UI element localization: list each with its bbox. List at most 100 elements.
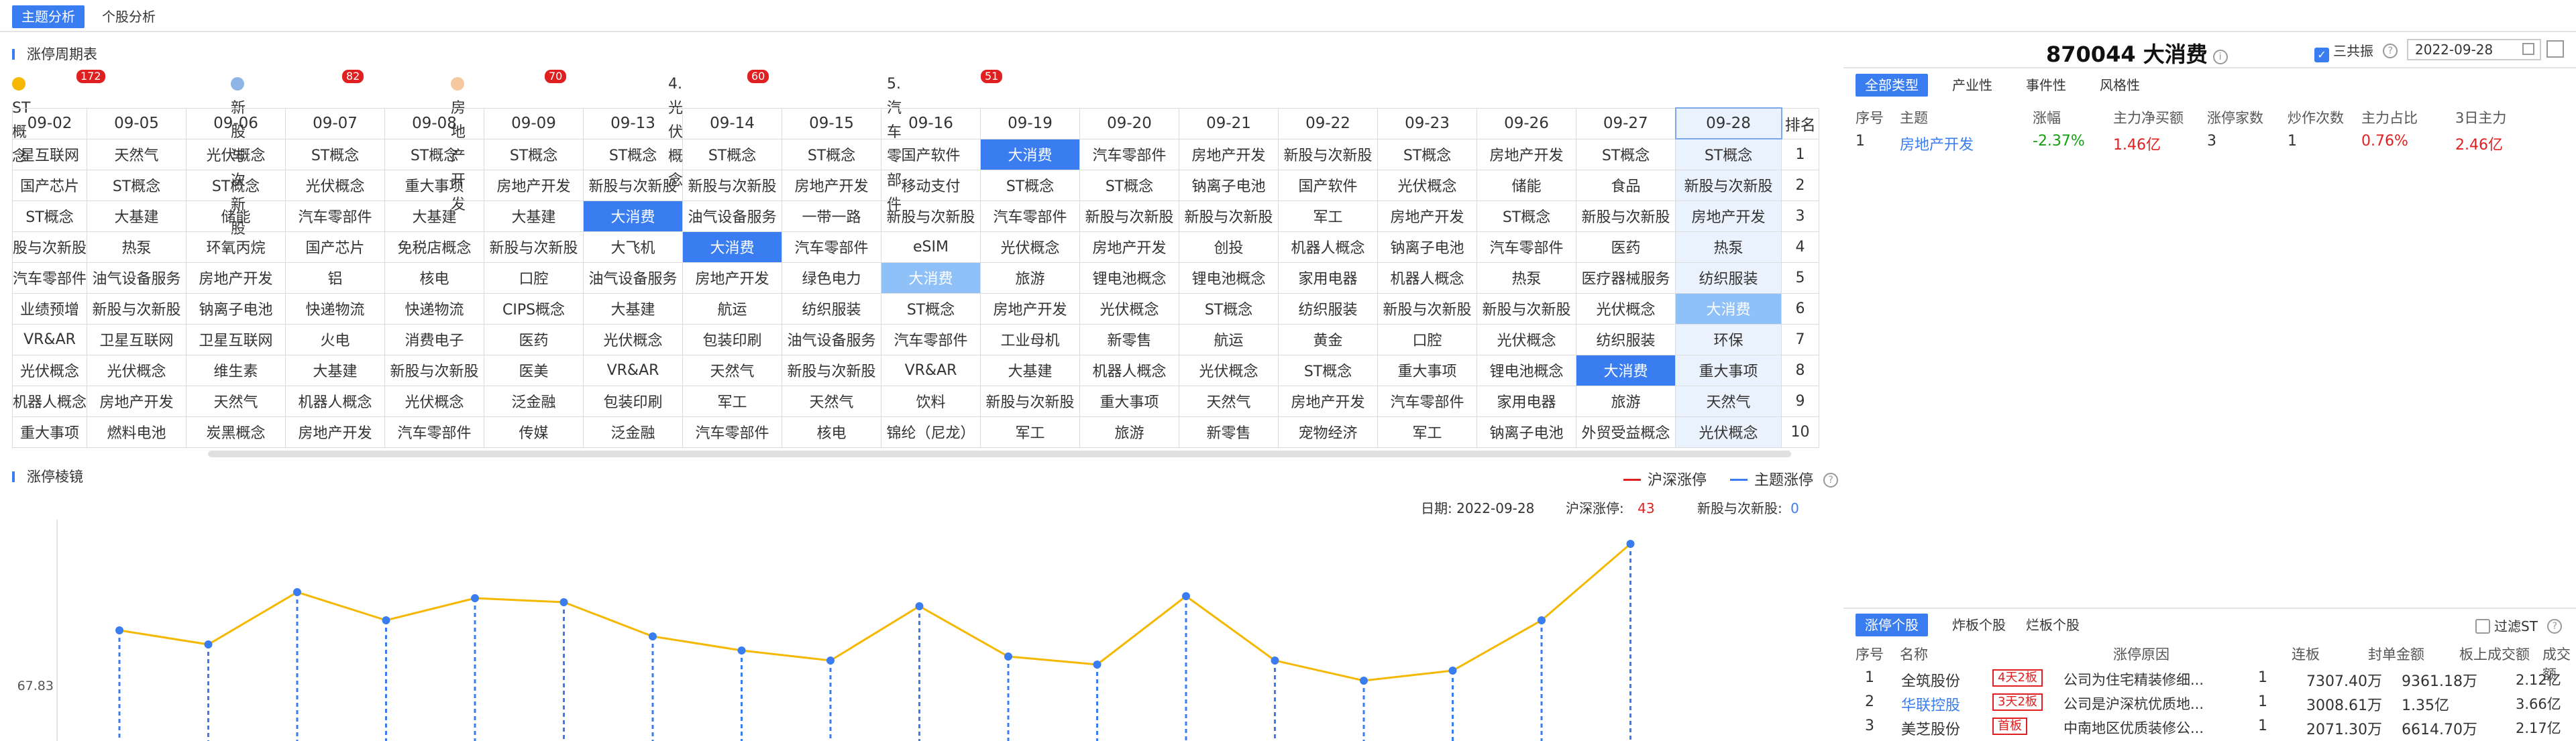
theme-cell[interactable]: 医美 bbox=[484, 354, 584, 386]
theme-cell[interactable]: 光伏概念 bbox=[980, 231, 1081, 263]
help-icon[interactable]: ? bbox=[2383, 44, 2398, 58]
theme-cell[interactable]: 泛金融 bbox=[484, 385, 584, 417]
theme-cell[interactable]: 环氧丙烷 bbox=[186, 231, 286, 263]
theme-cell[interactable]: 口腔 bbox=[1377, 323, 1478, 355]
date-header[interactable]: 09-09 bbox=[484, 107, 584, 139]
theme-cell[interactable]: ST概念 bbox=[1477, 200, 1577, 232]
theme-cell[interactable]: 光伏概念 bbox=[1179, 354, 1279, 386]
theme-cell[interactable]: 纺织服装 bbox=[1675, 262, 1782, 294]
column-header[interactable]: 涨停原因 bbox=[2113, 644, 2169, 664]
theme-cell[interactable]: 免税店概念 bbox=[384, 231, 485, 263]
theme-cell[interactable]: 房地产开发 bbox=[1179, 138, 1279, 170]
theme-cell[interactable]: 房地产开发 bbox=[682, 262, 783, 294]
theme-cell[interactable]: 旅游 bbox=[980, 262, 1081, 294]
theme-cell[interactable]: 锂电池概念 bbox=[1179, 262, 1279, 294]
date-header[interactable]: 09-22 bbox=[1278, 107, 1379, 139]
theme-cell[interactable]: 光伏概念 bbox=[1675, 416, 1782, 448]
table-cell[interactable]: 华联控股 bbox=[1901, 693, 1960, 715]
table-cell[interactable]: 房地产开发 bbox=[1900, 133, 1974, 154]
theme-cell[interactable]: 机器人概念 bbox=[1079, 354, 1180, 386]
theme-cell[interactable]: 纺织服装 bbox=[1278, 292, 1379, 325]
theme-cell[interactable]: 大飞机 bbox=[583, 231, 684, 263]
theme-cell[interactable]: 纺织服装 bbox=[1576, 323, 1676, 355]
theme-cell[interactable]: 光伏概念 bbox=[1576, 292, 1676, 325]
column-header[interactable]: 涨停家数 bbox=[2207, 107, 2263, 127]
theme-cell[interactable]: 工业母机 bbox=[980, 323, 1081, 355]
theme-cell[interactable]: 天然气 bbox=[682, 354, 783, 386]
theme-cell[interactable]: 新股与次新股 bbox=[583, 169, 684, 201]
theme-cell[interactable]: 新股与次新股 bbox=[1477, 292, 1577, 325]
date-header[interactable]: 09-16 bbox=[881, 107, 981, 139]
date-header[interactable]: 09-06 bbox=[186, 107, 286, 139]
theme-cell[interactable]: 快递物流 bbox=[285, 292, 386, 325]
horizontal-scrollbar[interactable] bbox=[208, 451, 1791, 457]
theme-cell[interactable]: 国产软件 bbox=[1278, 169, 1379, 201]
theme-cell[interactable]: 锦纶（尼龙） bbox=[881, 416, 981, 448]
theme-cell[interactable]: 航运 bbox=[1179, 323, 1279, 355]
column-header[interactable]: 封单金额 bbox=[2368, 644, 2424, 664]
theme-cell[interactable]: 新股与次新股 bbox=[881, 200, 981, 232]
theme-cell[interactable]: 新股与次新股 bbox=[1079, 200, 1180, 232]
column-header[interactable]: 3日主力 bbox=[2455, 107, 2506, 127]
table-cell[interactable]: 全筑股份 bbox=[1901, 669, 1960, 691]
date-header[interactable]: 09-08 bbox=[384, 107, 485, 139]
theme-cell[interactable]: ST概念 bbox=[484, 138, 584, 170]
theme-cell[interactable]: 油气设备服务 bbox=[583, 262, 684, 294]
column-header[interactable]: 连板 bbox=[2292, 644, 2320, 664]
theme-cell[interactable]: ST概念 bbox=[1576, 138, 1676, 170]
theme-cell[interactable]: 新零售 bbox=[1079, 323, 1180, 355]
checkbox-checked-icon[interactable]: ✓ bbox=[2314, 48, 2329, 62]
theme-cell[interactable]: 汽车零部件 bbox=[1377, 385, 1478, 417]
help-icon[interactable]: ? bbox=[2547, 619, 2563, 634]
theme-cell[interactable]: 房地产开发 bbox=[1079, 231, 1180, 263]
theme-cell[interactable]: 汽车零部件 bbox=[980, 200, 1081, 232]
column-header[interactable]: 涨幅 bbox=[2033, 107, 2061, 127]
theme-cell[interactable]: 医药 bbox=[1576, 231, 1676, 263]
theme-cell[interactable]: 房地产开发 bbox=[980, 292, 1081, 325]
theme-cell[interactable]: 包装印刷 bbox=[583, 385, 684, 417]
theme-cell[interactable]: 大消费 bbox=[583, 200, 684, 232]
theme-cell[interactable]: 新股与次新股 bbox=[980, 385, 1081, 417]
date-header[interactable]: 09-26 bbox=[1477, 107, 1577, 139]
theme-cell[interactable]: 黄金 bbox=[1278, 323, 1379, 355]
calendar-icon[interactable] bbox=[2522, 43, 2534, 55]
theme-cell[interactable]: 宠物经济 bbox=[1278, 416, 1379, 448]
theme-cell[interactable]: 汽车零部件 bbox=[881, 323, 981, 355]
tab-all-types[interactable]: 全部类型 bbox=[1856, 74, 1928, 97]
theme-cell[interactable]: 军工 bbox=[980, 416, 1081, 448]
theme-cell[interactable]: 股与次新股 bbox=[11, 231, 88, 263]
theme-cell[interactable]: 天然气 bbox=[1675, 385, 1782, 417]
theme-cell[interactable]: 医药 bbox=[484, 323, 584, 355]
theme-cell[interactable]: 油气设备服务 bbox=[87, 262, 187, 294]
theme-cell[interactable]: 食品 bbox=[1576, 169, 1676, 201]
theme-cell[interactable]: 新零售 bbox=[1179, 416, 1279, 448]
theme-cell[interactable]: 大消费 bbox=[682, 231, 783, 263]
theme-cell[interactable]: 国产芯片 bbox=[285, 231, 386, 263]
theme-cell[interactable]: ST概念 bbox=[583, 138, 684, 170]
theme-cell[interactable]: 锂电池概念 bbox=[1079, 262, 1180, 294]
theme-cell[interactable]: 大基建 bbox=[583, 292, 684, 325]
theme-cell[interactable]: 光伏概念 bbox=[186, 138, 286, 170]
theme-cell[interactable]: 国产软件 bbox=[881, 138, 981, 170]
theme-cell[interactable]: 天然气 bbox=[782, 385, 882, 417]
help-icon[interactable]: ? bbox=[1823, 473, 1839, 488]
theme-cell[interactable]: 纺织服装 bbox=[782, 292, 882, 325]
theme-cell[interactable]: 重大事项 bbox=[11, 416, 88, 448]
tab-broken-board-stocks[interactable]: 炸板个股 bbox=[1943, 614, 2015, 636]
theme-cell[interactable]: 泛金融 bbox=[583, 416, 684, 448]
theme-cell[interactable]: 移动支付 bbox=[881, 169, 981, 201]
theme-cell[interactable]: 新股与次新股 bbox=[384, 354, 485, 386]
date-header[interactable]: 09-21 bbox=[1179, 107, 1279, 139]
theme-cell[interactable]: 钠离子电池 bbox=[1377, 231, 1478, 263]
theme-cell[interactable]: ST概念 bbox=[881, 292, 981, 325]
theme-cell[interactable]: ST概念 bbox=[782, 138, 882, 170]
theme-cell[interactable]: 核电 bbox=[384, 262, 485, 294]
date-header[interactable]: 09-27 bbox=[1576, 107, 1676, 139]
theme-cell[interactable]: 热泵 bbox=[87, 231, 187, 263]
theme-cell[interactable]: 新股与次新股 bbox=[1278, 138, 1379, 170]
theme-cell[interactable]: 机器人概念 bbox=[1377, 262, 1478, 294]
theme-cell[interactable]: CIPS概念 bbox=[484, 292, 584, 325]
legend-item[interactable]: ST概念 172 bbox=[12, 70, 105, 165]
theme-cell[interactable]: 军工 bbox=[1377, 416, 1478, 448]
column-header[interactable]: 名称 bbox=[1900, 644, 1928, 664]
